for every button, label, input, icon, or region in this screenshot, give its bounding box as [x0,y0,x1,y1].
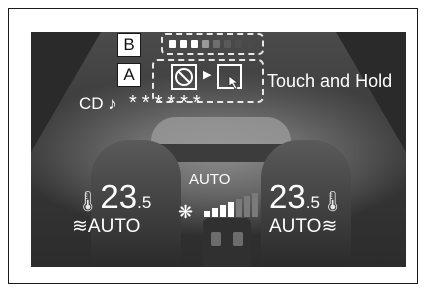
thermometer-icon: 🌡 [319,191,346,213]
indicator-segment [235,40,242,48]
driver-temp-decimal: .5 [137,193,152,212]
indicator-segment [191,40,198,48]
indicator-segment [169,40,176,48]
music-note-icon: ♪ [108,94,117,113]
touch-and-hold-label: Touch and Hold [267,71,393,91]
air-vent-right [233,232,243,246]
fan-level-bar [220,205,226,217]
indicator-segment [246,40,253,48]
fan-level-bar [236,199,242,217]
fan-level-bar [244,196,250,217]
fan-speed-bars[interactable] [204,191,262,217]
passenger-mode[interactable]: AUTO≋ [269,215,337,238]
indicator-segment [224,40,231,48]
fan-icon: ❋ [178,202,194,222]
a-pillar-left [31,32,101,152]
passenger-mode-label: AUTO [269,216,322,237]
track-title[interactable]: ****** [129,92,206,115]
airflow-icon: ≋ [72,216,88,237]
a-pillar-right [336,32,406,152]
windshield [151,117,291,145]
passenger-temp-decimal: .5 [305,193,320,212]
callout-a: A [117,63,141,87]
arrow-right-icon: ▶ [203,69,212,81]
fan-level-bar [204,211,210,217]
passenger-temp-value: 23 [269,178,306,215]
passenger-temperature[interactable]: 23.5🌡 [269,178,345,216]
progress-indicator [169,40,261,50]
fan-level-bar [212,208,218,217]
indicator-segment [213,40,220,48]
callout-b: B [117,33,141,57]
audio-source-label[interactable]: CD ♪ [79,94,117,114]
airflow-icon: ≋ [321,216,338,237]
indicator-segment [202,40,209,48]
driver-temperature[interactable]: 🌡23.5 [75,178,151,216]
prohibited-icon [171,64,197,90]
thermometer-icon: 🌡 [75,191,101,213]
touch-hold-icon[interactable] [216,62,246,92]
cd-label: CD [79,94,104,113]
fan-level-bar [228,202,234,217]
driver-mode-label: AUTO [87,216,141,237]
fan-level-bar [252,193,258,217]
display-screen: ▶ Touch and Hold CD ♪ ****** 🌡23.5 ≋AUTO… [31,32,406,267]
driver-mode[interactable]: ≋AUTO [72,215,140,238]
fan-mode-label: AUTO [189,171,231,188]
indicator-segment [180,40,187,48]
air-vent-left [211,232,221,246]
driver-temp-value: 23 [100,178,138,215]
